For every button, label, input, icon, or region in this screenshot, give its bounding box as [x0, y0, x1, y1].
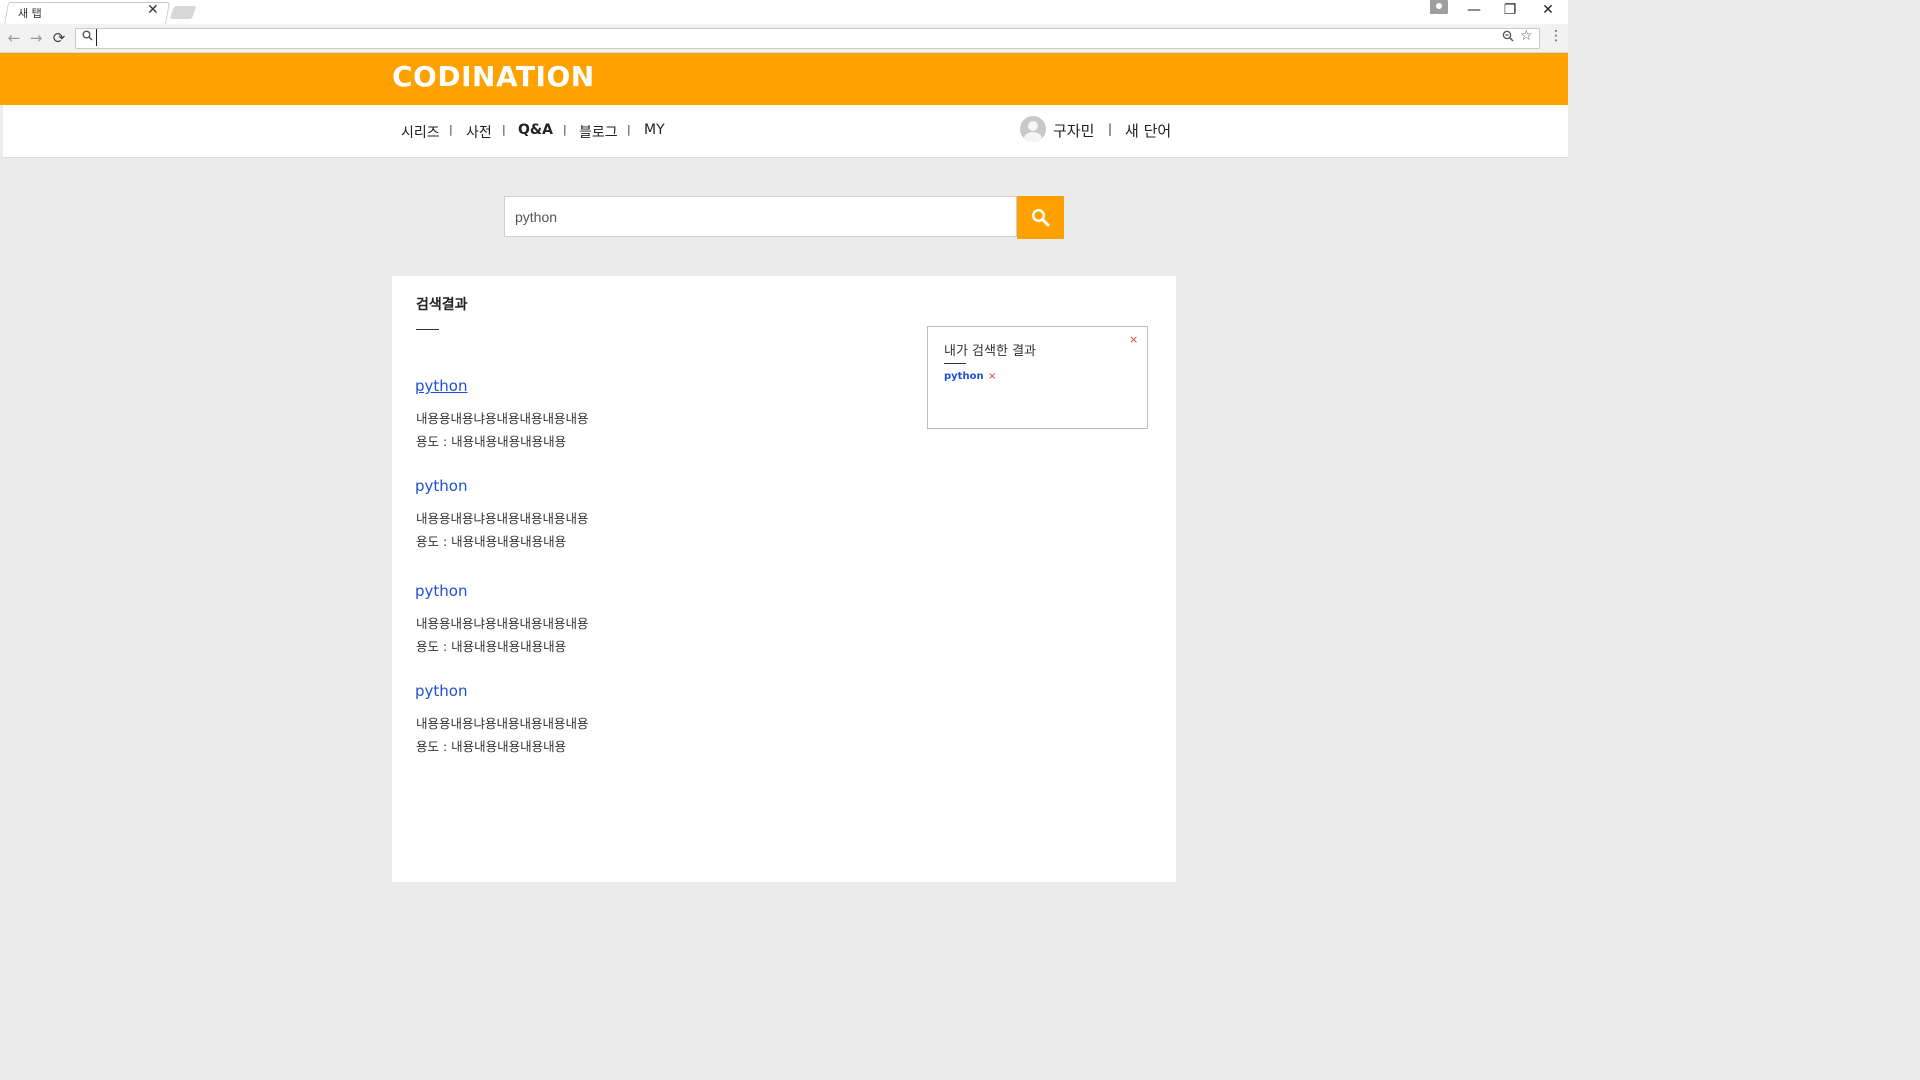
nav-blog[interactable]: 블로그 [579, 122, 618, 142]
result-description: 내용용내용냐용내용내용내용내용 [416, 411, 589, 426]
result-usage: 용도 : 내용내용내용내용내용 [416, 639, 567, 654]
result-title-link[interactable]: python [415, 377, 467, 395]
tab-title[interactable]: 새 탭 [18, 5, 42, 21]
site-logo[interactable]: CODINATION [392, 60, 595, 93]
results-heading: 검색결과 [416, 297, 468, 313]
nav-separator: | [563, 123, 567, 136]
search-input[interactable] [504, 196, 1017, 237]
result-usage: 용도 : 내용내용내용내용내용 [416, 739, 567, 754]
user-name[interactable]: 구자민 [1053, 120, 1094, 141]
history-underline [944, 363, 966, 364]
forward-icon[interactable]: → [27, 29, 45, 47]
minimize-icon[interactable]: — [1464, 2, 1484, 18]
history-item-remove-icon[interactable]: × [988, 371, 996, 382]
search-icon [1031, 208, 1050, 231]
new-tab-button[interactable] [169, 6, 197, 19]
user-separator: | [1108, 122, 1113, 136]
result-title-link[interactable]: python [415, 682, 467, 700]
search-icon [82, 30, 93, 44]
result-description: 내용용내용냐용내용내용내용내용 [416, 716, 589, 731]
bookmark-star-icon[interactable]: ☆ [1520, 28, 1533, 44]
address-input[interactable] [96, 29, 1487, 46]
site-nav [3, 105, 1568, 158]
result-description: 내용용내용냐용내용내용내용내용 [416, 616, 589, 631]
reload-icon[interactable]: ⟳ [50, 29, 68, 47]
nav-my[interactable]: MY [644, 122, 665, 138]
heading-underline [416, 329, 439, 330]
tab-strip [0, 0, 1568, 24]
nav-separator: | [502, 123, 506, 136]
profile-icon[interactable] [1430, 0, 1448, 14]
avatar[interactable] [1020, 116, 1046, 142]
window-close-icon[interactable]: ✕ [1538, 2, 1558, 18]
nav-qna[interactable]: Q&A [518, 122, 553, 138]
restore-icon[interactable]: ❐ [1500, 2, 1520, 18]
nav-series[interactable]: 시리즈 [401, 122, 440, 142]
search-history-title: 내가 검색한 결과 [944, 344, 1036, 359]
nav-dictionary[interactable]: 사전 [466, 122, 492, 142]
back-icon[interactable]: ← [5, 29, 23, 47]
result-description: 내용용내용냐용내용내용내용내용 [416, 511, 589, 526]
result-title-link[interactable]: python [415, 477, 467, 495]
history-item-link[interactable]: python [944, 371, 984, 382]
result-title-link[interactable]: python [415, 582, 467, 600]
result-usage: 용도 : 내용내용내용내용내용 [416, 534, 567, 549]
browser-menu-icon[interactable]: ⋮ [1549, 28, 1563, 44]
nav-separator: | [627, 123, 631, 136]
zoom-icon[interactable] [1502, 30, 1514, 45]
search-button[interactable] [1017, 196, 1064, 239]
site-header [0, 53, 1568, 105]
new-word-link[interactable]: 새 단어 [1125, 120, 1171, 141]
tab-close-icon[interactable]: ✕ [147, 2, 159, 18]
result-usage: 용도 : 내용내용내용내용내용 [416, 434, 567, 449]
history-close-icon[interactable]: × [1129, 333, 1138, 346]
nav-separator: | [449, 123, 453, 136]
